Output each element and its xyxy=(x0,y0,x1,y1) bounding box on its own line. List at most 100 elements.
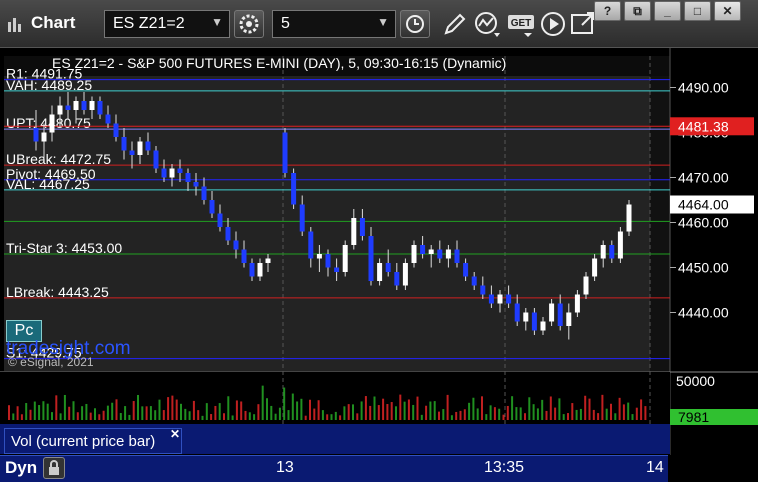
interval-input[interactable]: 5 ▼ xyxy=(272,10,396,38)
candle-body xyxy=(201,186,207,200)
candle-body xyxy=(445,249,451,259)
get-icon[interactable]: GET xyxy=(506,9,536,39)
candle-body xyxy=(89,101,95,110)
candle-body xyxy=(225,227,231,241)
price-tick-label: 4490.00 xyxy=(678,80,729,96)
candle-body xyxy=(145,141,151,151)
volume-bar xyxy=(59,413,62,420)
indicator-icon[interactable] xyxy=(472,9,502,39)
candle-body xyxy=(488,294,494,304)
level-label: LBreak: 4443.25 xyxy=(6,284,109,300)
candle-body xyxy=(325,254,331,268)
dyn-label[interactable]: Dyn xyxy=(5,458,37,478)
volume-bar xyxy=(554,407,557,420)
play-icon[interactable] xyxy=(538,9,568,39)
candle-body xyxy=(97,101,103,115)
volume-bar xyxy=(300,398,303,420)
candle-body xyxy=(583,276,589,295)
volume-bar xyxy=(390,402,393,420)
settings-button[interactable] xyxy=(234,10,264,38)
clock-icon xyxy=(406,15,424,33)
level-label: VAH: 4489.25 xyxy=(6,77,92,93)
volume-bar xyxy=(395,406,397,420)
volume-bar xyxy=(68,406,71,420)
volume-bar xyxy=(29,409,32,420)
volume-bar xyxy=(89,412,92,420)
price-chart[interactable]: R1: 4491.75VAH: 4489.25UPT: 4480.75UBrea… xyxy=(0,48,758,455)
volume-study-label[interactable]: Vol (current price bar) xyxy=(4,428,182,454)
volume-bar xyxy=(278,407,281,420)
lock-icon[interactable] xyxy=(43,457,65,479)
time-axis-bar xyxy=(0,455,668,482)
chevron-down-icon[interactable]: ▼ xyxy=(211,15,223,29)
last-price-label: 4481.38 xyxy=(678,118,729,134)
candle-body xyxy=(137,141,143,155)
volume-bar xyxy=(605,408,608,420)
chart-title: ES Z21=2 - S&P 500 FUTURES E-MINI (DAY),… xyxy=(52,55,506,71)
volume-bar xyxy=(438,411,440,420)
symbol-input[interactable]: ES Z21=2 ▼ xyxy=(104,10,230,38)
volume-bar xyxy=(373,396,376,420)
candle-body xyxy=(592,258,598,277)
volume-bar xyxy=(283,387,286,420)
volume-bar xyxy=(644,406,647,420)
candle-body xyxy=(617,231,623,259)
volume-bar xyxy=(274,413,277,420)
candle-body xyxy=(540,321,546,331)
help-button[interactable]: ? xyxy=(594,1,621,21)
close-button[interactable]: ✕ xyxy=(714,1,741,21)
current-price-label: 4464.00 xyxy=(678,197,729,213)
volume-bar xyxy=(519,407,522,420)
volume-bar xyxy=(597,413,600,420)
chevron-down-icon[interactable]: ▼ xyxy=(377,15,389,29)
volume-bar xyxy=(592,409,595,420)
close-icon[interactable]: ✕ xyxy=(170,427,180,441)
volume-tick-label: 50000 xyxy=(676,373,715,389)
settings-icon xyxy=(239,14,259,34)
volume-bar xyxy=(261,385,264,420)
maximize-button[interactable]: □ xyxy=(684,1,711,21)
volume-bar xyxy=(184,408,187,420)
volume-bar xyxy=(498,408,501,420)
volume-bar xyxy=(76,412,79,420)
minimize-button[interactable]: _ xyxy=(654,1,681,21)
volume-bar xyxy=(253,414,256,420)
volume-bar xyxy=(214,405,217,420)
candle-body xyxy=(49,114,55,133)
volume-bar xyxy=(506,405,509,420)
volume-bar xyxy=(588,398,591,420)
volume-bar xyxy=(309,399,311,420)
price-tick-label: 4450.00 xyxy=(678,260,729,276)
volume-bar xyxy=(502,414,505,420)
candle-body xyxy=(394,272,400,286)
volume-bar xyxy=(321,410,324,420)
restore-layout-button[interactable]: ⧉ xyxy=(624,1,651,21)
volume-bar xyxy=(205,403,208,420)
level-label: UPT: 4480.75 xyxy=(6,115,91,131)
app-title: Chart xyxy=(31,13,76,32)
candle-body xyxy=(185,173,191,182)
volume-bar xyxy=(575,409,578,420)
candle-body xyxy=(609,245,615,259)
volume-bar xyxy=(296,401,299,420)
volume-bar xyxy=(46,403,49,420)
price-tick-label: 4440.00 xyxy=(678,305,729,321)
volume-bar xyxy=(175,399,178,420)
volume-bar xyxy=(562,414,565,420)
volume-bar xyxy=(352,404,354,420)
candle-body xyxy=(209,200,215,214)
volume-bar xyxy=(115,399,118,420)
volume-bar xyxy=(326,414,329,420)
volume-bar xyxy=(377,405,380,420)
candle-body xyxy=(153,150,159,169)
pencil-icon[interactable] xyxy=(440,9,470,39)
candle-body xyxy=(523,312,529,322)
candle-body xyxy=(105,114,111,124)
candle-body xyxy=(437,249,443,259)
candle-body xyxy=(57,105,63,115)
volume-bar xyxy=(369,405,372,420)
volume-bar xyxy=(459,410,462,420)
volume-bar xyxy=(386,404,389,420)
clock-button[interactable] xyxy=(400,10,430,38)
volume-bar xyxy=(149,406,152,420)
